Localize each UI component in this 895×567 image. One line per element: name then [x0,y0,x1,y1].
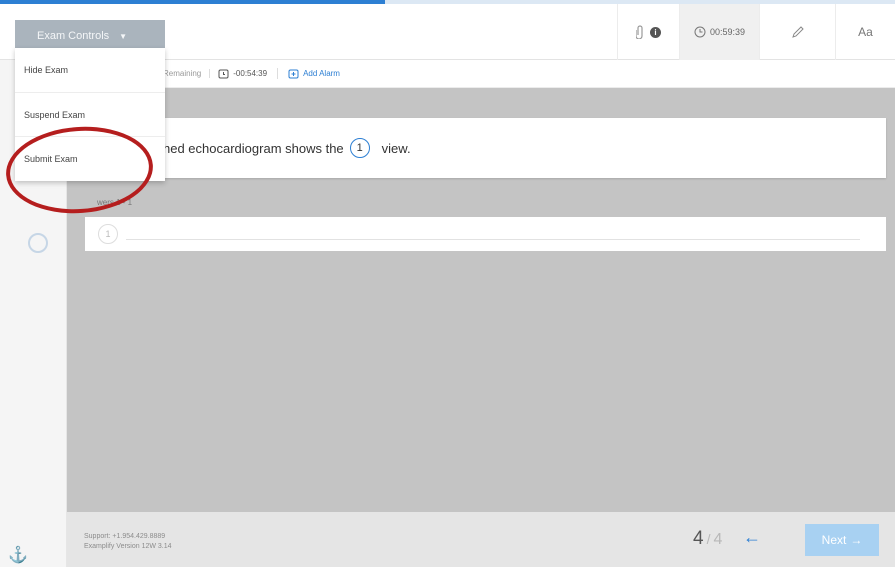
info-icon: i [650,26,661,38]
alarm-countdown: -00:54:39 [218,68,279,79]
previous-arrow-icon[interactable]: ← [743,527,761,548]
alarm-clock-icon [218,69,229,79]
question-text-after: view. [381,140,411,156]
menu-item-hide-exam[interactable]: Hide Exam [15,48,165,92]
support-phone: Support: +1.954.429.8889 [84,533,166,540]
alarm-add-icon [288,69,299,79]
app-version: Examplify Version 12W 3.14 [84,543,172,550]
paperclip-icon [636,25,643,39]
highlighter-button[interactable] [759,4,835,60]
attachments-button[interactable]: i [617,4,679,60]
page-indicator: 4 / 4 [693,528,722,550]
pen-icon [791,26,804,38]
answer-number: 1 [98,224,118,244]
exam-timer[interactable]: 00:59:39 [679,4,759,60]
page-separator: / [706,531,711,547]
answer-row: 1 [85,217,886,251]
question-blank-marker[interactable]: 1 [349,138,370,158]
font-size-button[interactable]: Aa [835,4,895,60]
question-nav-marker[interactable] [28,233,48,253]
anchor-icon[interactable]: ⚓ [8,545,28,565]
answer-input[interactable] [126,238,860,240]
arrow-right-icon: → [850,533,863,547]
next-label: Next [821,533,847,547]
clock-icon [694,26,706,38]
question-card: hed echocardiogram shows the 1 view. [85,118,886,178]
exam-controls-label: Exam Controls [37,30,110,42]
footer-bar: Support: +1.954.429.8889 Examplify Versi… [67,512,895,567]
support-info: Support: +1.954.429.8889 Examplify Versi… [84,532,172,552]
chevron-down-icon: ▼ [119,31,128,41]
remaining-label: Remaining [163,69,211,78]
next-button[interactable]: Next → [805,524,879,556]
time-info-bar: Remaining -00:54:39 Add Alarm [67,60,895,88]
alarm-countdown-text: -00:54:39 [233,69,268,78]
current-page: 4 [693,528,704,549]
question-text-before: hed echocardiogram shows the [163,140,344,156]
timer-text: 00:59:39 [709,27,746,37]
total-pages: 4 [713,531,723,548]
add-alarm-button[interactable]: Add Alarm [288,68,340,79]
add-alarm-label: Add Alarm [303,69,340,78]
toolbar-tools: i 00:59:39 Aa [617,4,895,60]
